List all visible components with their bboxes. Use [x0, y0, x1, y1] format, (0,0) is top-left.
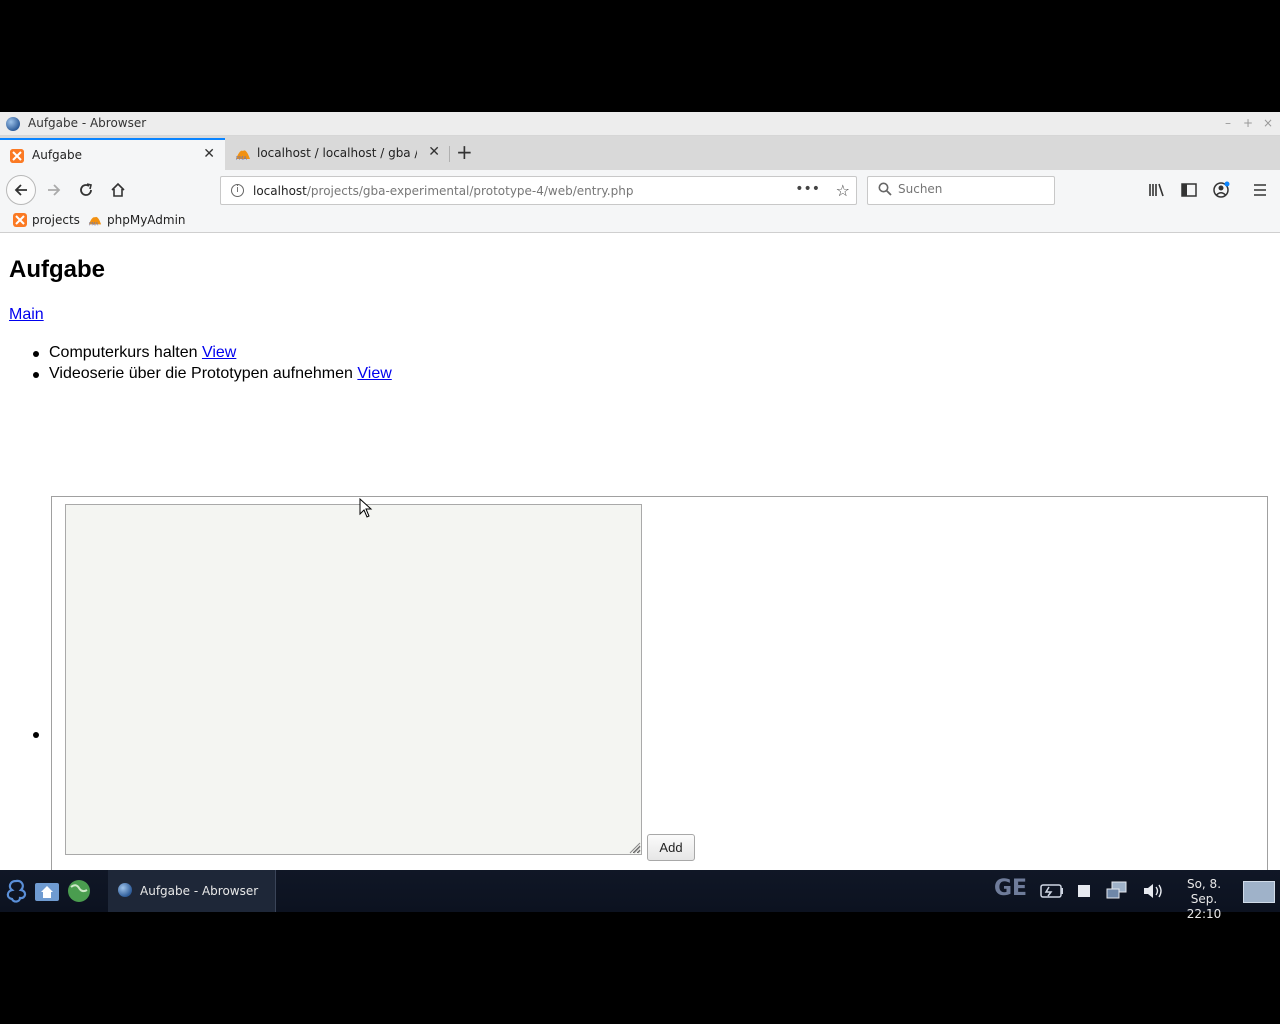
start-menu-icon[interactable]: [2, 877, 30, 905]
svg-text:PMA: PMA: [236, 156, 247, 161]
address-bar[interactable]: i localhost/projects/gba-experimental/pr…: [220, 176, 857, 205]
forward-button[interactable]: [40, 176, 68, 204]
back-button[interactable]: [6, 175, 36, 205]
bookmarks-bar: projects PMA phpMyAdmin: [0, 210, 1280, 233]
tab-strip: Aufgabe ✕ PMA localhost / localhost / gb…: [0, 136, 1280, 170]
arrow-right-icon: [48, 184, 61, 196]
window-title: Aufgabe - Abrowser: [28, 116, 147, 130]
library-icon: [1149, 183, 1164, 197]
abrowser-icon: [6, 117, 20, 131]
abrowser-icon: [118, 883, 132, 897]
bookmark-phpmyadmin[interactable]: PMA phpMyAdmin: [88, 213, 186, 227]
page-content: Aufgabe Main Computerkurs halten View Vi…: [0, 234, 1280, 872]
mouse-cursor-icon: [359, 498, 373, 518]
search-icon: [878, 182, 892, 200]
home-button[interactable]: [104, 176, 132, 204]
task-text: Computerkurs halten: [49, 344, 198, 361]
tab-aufgabe[interactable]: Aufgabe ✕: [0, 138, 225, 170]
tab-label: localhost / localhost / gba / le: [257, 146, 417, 160]
url-text[interactable]: localhost/projects/gba-experimental/prot…: [253, 184, 633, 198]
phpmyadmin-icon: PMA: [235, 147, 250, 162]
library-button[interactable]: [1143, 176, 1171, 204]
entry-textarea[interactable]: [65, 504, 642, 855]
home-folder-icon[interactable]: [34, 879, 60, 903]
arrow-left-icon: [14, 184, 27, 196]
title-bar: Aufgabe - Abrowser – + ×: [0, 112, 1280, 136]
close-tab-icon[interactable]: ✕: [428, 144, 440, 160]
tab-phpmyadmin[interactable]: PMA localhost / localhost / gba / le ✕: [225, 138, 450, 170]
account-button[interactable]: [1207, 176, 1235, 204]
sidebar-button[interactable]: [1175, 176, 1203, 204]
reload-icon: [80, 183, 92, 196]
resize-grip-icon[interactable]: [627, 840, 641, 854]
xampp-icon: [10, 149, 24, 163]
bookmark-projects[interactable]: projects: [13, 213, 80, 227]
close-tab-icon[interactable]: ✕: [203, 146, 215, 162]
bullet: [33, 351, 39, 357]
minimize-button[interactable]: –: [1220, 115, 1236, 131]
bookmark-label: phpMyAdmin: [107, 213, 186, 227]
xampp-icon: [13, 213, 27, 227]
search-input[interactable]: [898, 182, 1048, 196]
sidebar-icon: [1181, 183, 1197, 197]
url-host: localhost: [253, 184, 307, 198]
clock-time: 22:10: [1186, 907, 1222, 921]
task-text: Videoserie über die Prototypen aufnehmen: [49, 365, 353, 382]
bookmark-label: projects: [32, 213, 80, 227]
show-desktop-button[interactable]: [1243, 881, 1275, 903]
home-icon: [111, 182, 125, 197]
web-browser-icon[interactable]: [66, 879, 92, 903]
clock[interactable]: So, 8. Sep. 22:10: [1172, 877, 1236, 921]
menu-button[interactable]: [1246, 176, 1274, 204]
list-item: Videoserie über die Prototypen aufnehmen…: [33, 365, 392, 383]
svg-text:PMA: PMA: [89, 221, 98, 227]
reload-button[interactable]: [72, 176, 100, 204]
page-actions-icon[interactable]: •••: [795, 181, 820, 197]
keyboard-layout-indicator[interactable]: GE: [994, 876, 1027, 918]
taskbar: Aufgabe - Abrowser GE So, 8. Sep. 22:10: [0, 870, 1280, 921]
browser-window: Aufgabe - Abrowser – + × Aufgabe ✕ PMA l…: [0, 112, 1280, 872]
add-button[interactable]: Add: [647, 834, 695, 861]
tab-label: Aufgabe: [32, 148, 83, 162]
account-icon: [1213, 181, 1230, 198]
taskbar-task-abrowser[interactable]: Aufgabe - Abrowser: [108, 870, 276, 912]
network-icon[interactable]: [1106, 881, 1132, 901]
new-tab-icon[interactable]: +: [456, 142, 473, 162]
battery-icon[interactable]: [1040, 883, 1064, 899]
main-link[interactable]: Main: [9, 306, 44, 324]
url-path: /projects/gba-experimental/prototype-4/w…: [306, 184, 634, 198]
bullet: [33, 732, 39, 738]
maximize-button[interactable]: +: [1240, 115, 1256, 131]
close-window-button[interactable]: ×: [1260, 115, 1276, 131]
page-title: Aufgabe: [9, 256, 105, 283]
list-item: Computerkurs halten View: [33, 344, 236, 362]
hamburger-menu-icon: [1254, 184, 1266, 196]
info-icon[interactable]: i: [231, 184, 244, 197]
view-link[interactable]: View: [202, 344, 236, 361]
clipboard-icon[interactable]: [1077, 884, 1091, 898]
task-label: Aufgabe - Abrowser: [140, 884, 259, 898]
volume-icon[interactable]: [1142, 882, 1164, 900]
search-bar[interactable]: [867, 176, 1055, 205]
clock-date: So, 8. Sep.: [1186, 877, 1222, 906]
phpmyadmin-icon: PMA: [88, 216, 102, 227]
navigation-toolbar: i localhost/projects/gba-experimental/pr…: [0, 170, 1280, 210]
tab-separator: [449, 146, 450, 162]
bullet: [33, 372, 39, 378]
view-link[interactable]: View: [357, 365, 391, 382]
bookmark-star-icon[interactable]: ☆: [836, 181, 850, 200]
